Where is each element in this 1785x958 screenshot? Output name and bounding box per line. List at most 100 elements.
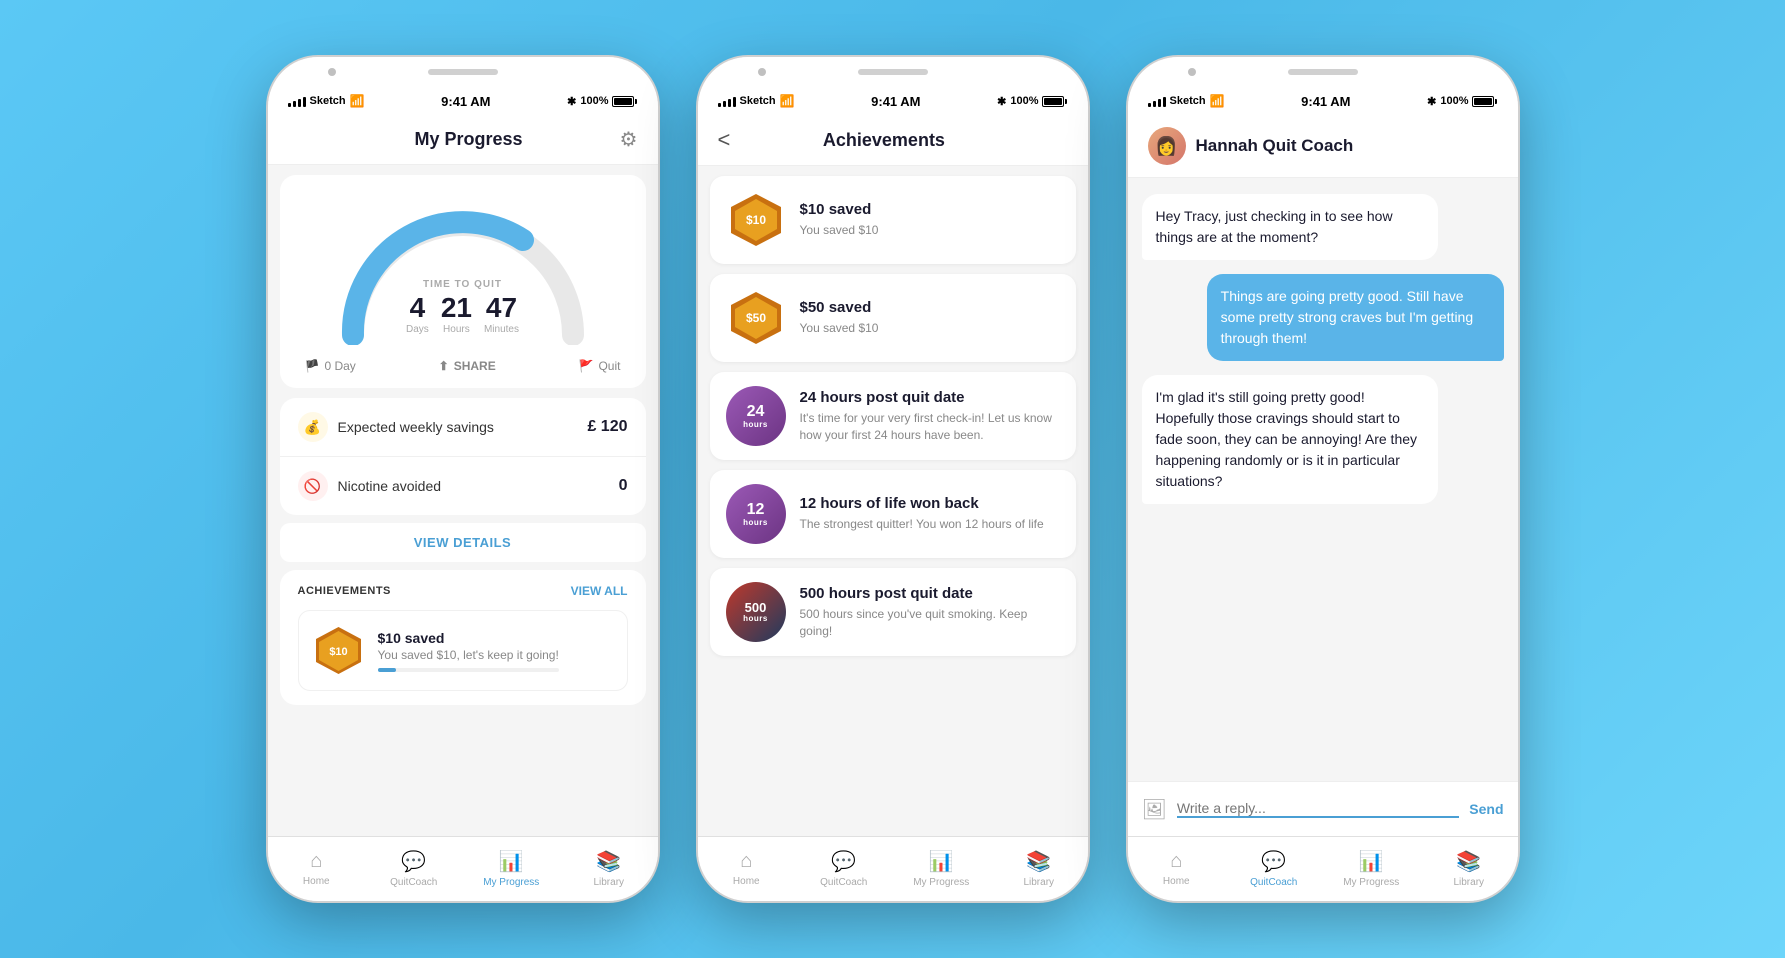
quit-btn[interactable]: 🚩 Quit: [579, 359, 621, 373]
view-all-btn[interactable]: VIEW ALL: [571, 584, 628, 598]
chat-header: 👩 Hannah Quit Coach: [1128, 115, 1518, 178]
list-item: 12 hours 12 hours of life won back The s…: [710, 470, 1076, 558]
achievement-desc: You saved $10, let's keep it going!: [378, 648, 559, 662]
phone-notch-2: [698, 57, 1088, 87]
gauge-section: TIME TO QUIT 4 Days 21 Hours 47 Minutes: [280, 175, 646, 388]
achievement-info: $10 saved You saved $10, let's keep it g…: [378, 630, 559, 672]
wifi-icon: 📶: [350, 94, 365, 108]
battery-icon-2: [1042, 96, 1067, 107]
gauge-day-btn[interactable]: 🏴 0 Day: [305, 359, 356, 373]
phone-notch-3: [1128, 57, 1518, 87]
coach-name: Hannah Quit Coach: [1196, 136, 1354, 156]
achievement-card: $10 $10 saved You saved $10, let's keep …: [298, 610, 628, 691]
stat-row-savings: 💰 Expected weekly savings £ 120: [280, 398, 646, 457]
tab-progress[interactable]: 📊 My Progress: [463, 849, 561, 888]
tab-bar: ⌂ Home 💬 QuitCoach 📊 My Progress 📚 Libra…: [268, 836, 658, 901]
achievement-list-info-1: $10 saved You saved $10: [800, 201, 879, 239]
achievement-list-title-3: 24 hours post quit date: [800, 389, 1060, 406]
tab-home-3[interactable]: ⌂ Home: [1128, 850, 1226, 887]
screen-content: TIME TO QUIT 4 Days 21 Hours 47 Minutes: [268, 165, 658, 836]
nav-header: My Progress ⚙: [268, 115, 658, 165]
wifi-icon-3: 📶: [1210, 94, 1225, 108]
achievement-progress-bar: [378, 668, 559, 672]
savings-icon: 💰: [298, 412, 328, 442]
achievements-header: ACHIEVEMENTS VIEW ALL: [298, 584, 628, 598]
tab-quitcoach-label-2: QuitCoach: [820, 877, 867, 888]
tab-library-2[interactable]: 📚 Library: [990, 849, 1088, 888]
badge-24h: 24 hours: [726, 386, 786, 446]
home-icon-3: ⌂: [1170, 850, 1182, 873]
message-1: Hey Tracy, just checking in to see how t…: [1142, 194, 1439, 260]
status-bar-2: Sketch 📶 9:41 AM ✱ 100%: [698, 87, 1088, 115]
bluetooth-icon: ✱: [567, 95, 576, 108]
progress-icon-3: 📊: [1359, 849, 1384, 874]
nicotine-icon: 🚫: [298, 471, 328, 501]
tab-progress-3[interactable]: 📊 My Progress: [1323, 849, 1421, 888]
nicotine-label: Nicotine avoided: [338, 478, 442, 494]
gauge-label: TIME TO QUIT: [406, 279, 519, 290]
chat-input-bar: 🖼 Send: [1128, 781, 1518, 836]
camera-dot-3: [1188, 68, 1196, 76]
progress-icon-2: 📊: [929, 849, 954, 874]
message-text-3: I'm glad it's still going pretty good! H…: [1156, 389, 1418, 489]
library-icon-2: 📚: [1026, 849, 1051, 874]
gauge-numbers: 4 Days 21 Hours 47 Minutes: [406, 294, 519, 335]
signal-icon-3: [1148, 95, 1166, 107]
nicotine-value: 0: [619, 477, 628, 495]
tab-home[interactable]: ⌂ Home: [268, 850, 366, 887]
view-details-btn[interactable]: VIEW DETAILS: [280, 523, 646, 562]
achievement-list-title-5: 500 hours post quit date: [800, 585, 1060, 602]
badge-500h: 500 hours: [726, 582, 786, 642]
battery-percent-2: 100%: [1010, 95, 1038, 107]
savings-label: Expected weekly savings: [338, 419, 494, 435]
tab-quitcoach-label-3: QuitCoach: [1250, 877, 1297, 888]
bluetooth-icon-2: ✱: [997, 95, 1006, 108]
chat-input[interactable]: [1177, 800, 1459, 816]
tab-home-2[interactable]: ⌂ Home: [698, 850, 796, 887]
tab-quitcoach-3[interactable]: 💬 QuitCoach: [1225, 849, 1323, 888]
battery-percent-3: 100%: [1440, 95, 1468, 107]
gauge-days: 4: [406, 294, 429, 322]
share-btn[interactable]: ⬆ SHARE: [439, 359, 496, 373]
hex-badge-svg: $10: [311, 623, 366, 678]
badge-50: $50: [726, 288, 786, 348]
tab-quitcoach[interactable]: 💬 QuitCoach: [365, 849, 463, 888]
achievement-progress-fill: [378, 668, 396, 672]
svg-text:$10: $10: [329, 646, 347, 658]
carrier-name: Sketch: [310, 95, 346, 107]
gauge-center: TIME TO QUIT 4 Days 21 Hours 47 Minutes: [406, 279, 519, 335]
send-button[interactable]: Send: [1469, 801, 1503, 817]
camera-dot-2: [758, 68, 766, 76]
progress-icon: 📊: [499, 849, 524, 874]
achievement-list-title-1: $10 saved: [800, 201, 879, 218]
tab-library-3[interactable]: 📚 Library: [1420, 849, 1518, 888]
wifi-icon-2: 📶: [780, 94, 795, 108]
gauge-hours: 21: [441, 294, 472, 322]
tab-library[interactable]: 📚 Library: [560, 849, 658, 888]
library-icon: 📚: [596, 849, 621, 874]
achievement-list-info-2: $50 saved You saved $10: [800, 299, 879, 337]
phone-progress: Sketch 📶 9:41 AM ✱ 100% My Progress ⚙: [268, 57, 658, 901]
tab-quitcoach-2[interactable]: 💬 QuitCoach: [795, 849, 893, 888]
tab-home-label: Home: [303, 876, 330, 887]
image-icon[interactable]: 🖼: [1142, 797, 1167, 822]
chat-messages: Hey Tracy, just checking in to see how t…: [1128, 178, 1518, 781]
message-text-2: Things are going pretty good. Still have…: [1221, 288, 1473, 346]
tab-library-label-3: Library: [1453, 877, 1484, 888]
gauge-hours-label: Hours: [441, 324, 472, 335]
share-label: SHARE: [454, 359, 496, 373]
signal-icon: [288, 95, 306, 107]
battery-percent: 100%: [580, 95, 608, 107]
gauge-days-group: 4 Days: [406, 294, 429, 335]
settings-icon[interactable]: ⚙: [620, 127, 638, 152]
speaker: [428, 69, 498, 75]
message-text-1: Hey Tracy, just checking in to see how t…: [1156, 208, 1393, 245]
quitcoach-icon-3: 💬: [1261, 849, 1286, 874]
back-button[interactable]: <: [718, 127, 731, 153]
status-left: Sketch 📶: [288, 94, 365, 108]
phone-screen-chat: Hey Tracy, just checking in to see how t…: [1128, 178, 1518, 836]
achievement-list-desc-5: 500 hours since you've quit smoking. Kee…: [800, 606, 1060, 640]
page-title-2: Achievements: [823, 130, 945, 151]
status-time-2: 9:41 AM: [871, 94, 920, 109]
tab-progress-2[interactable]: 📊 My Progress: [893, 849, 991, 888]
